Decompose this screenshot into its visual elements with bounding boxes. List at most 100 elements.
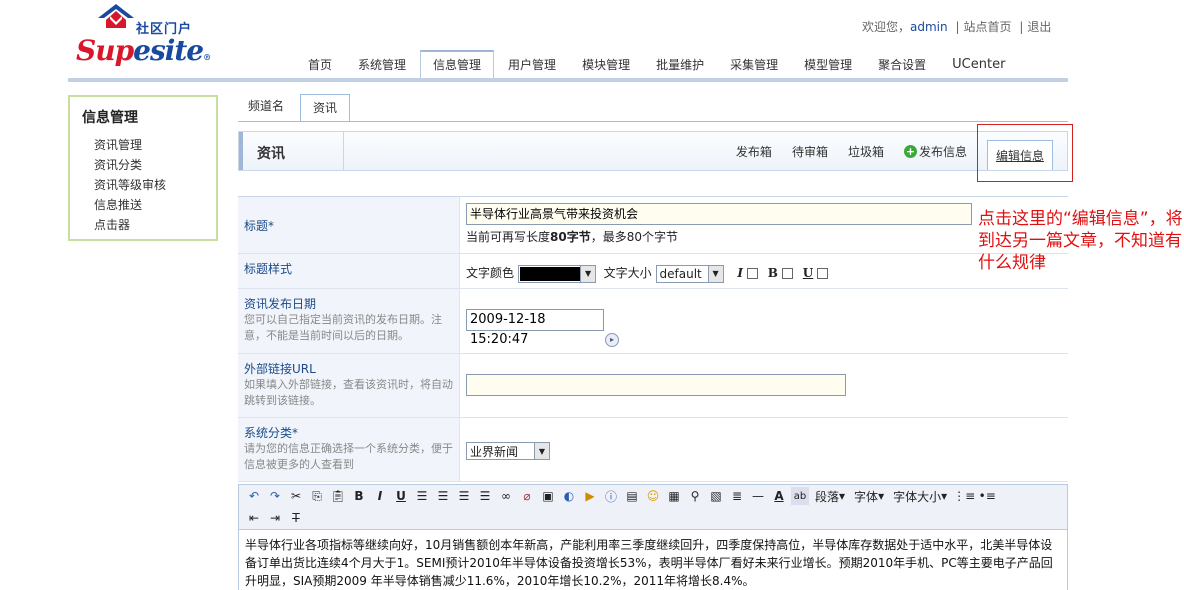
align-center-icon[interactable]: ☰ <box>434 487 452 505</box>
supesite-logo[interactable]: 社区门户 Supesite® <box>76 4 211 70</box>
underline-icon[interactable]: U <box>392 487 410 505</box>
source-icon[interactable]: ▧ <box>707 487 725 505</box>
bulleted-list-icon[interactable]: •≡ <box>978 487 996 505</box>
publish-box-link[interactable]: 发布箱 <box>736 143 772 160</box>
font-size-dropdown[interactable]: 字体大小 ▾ <box>890 487 950 505</box>
trash-box-link[interactable]: 垃圾箱 <box>848 143 884 160</box>
section-header: 资讯 发布箱 待审箱 垃圾箱 + 发布信息 编辑信息 <box>238 131 1068 171</box>
chevron-down-icon: ▼ <box>707 265 723 282</box>
align-left-icon[interactable]: ☰ <box>413 487 431 505</box>
align-right-icon[interactable]: ☰ <box>455 487 473 505</box>
insert-rows-icon[interactable]: ≣ <box>728 487 746 505</box>
underline-checkbox[interactable] <box>817 268 829 279</box>
date-row: 资讯发布日期 您可以自己指定当前资讯的发布日期。注意，不能是当前时间以后的日期。 … <box>238 289 1068 354</box>
undo-icon[interactable]: ↶ <box>245 487 263 505</box>
calendar-icon[interactable]: ▸ <box>605 332 619 347</box>
date-input[interactable]: 2009-12-18 15:20:47 <box>466 309 604 347</box>
media-icon[interactable]: ▶ <box>581 487 599 505</box>
text-color-select[interactable]: ▼ <box>517 264 596 283</box>
title-input[interactable]: 半导体行业高景气带来投资机会 <box>466 203 972 225</box>
title-length-hint: 当前可再写长度80字节，最多80个字节 <box>466 230 678 244</box>
ordered-list-icon[interactable]: ⋮≡ <box>953 487 975 505</box>
cut-icon[interactable]: ✂ <box>287 487 305 505</box>
title-style-cell: 文字颜色 ▼ 文字大小 default ▼ I B U <box>460 254 1068 288</box>
chevron-down-icon: ▼ <box>580 265 595 282</box>
color-swatch <box>519 266 581 281</box>
publish-info-link[interactable]: + 发布信息 <box>903 143 967 160</box>
welcome-text: 欢迎您， <box>862 20 911 34</box>
separator: | <box>1019 20 1024 34</box>
text-size-label: 文字大小 <box>603 266 652 280</box>
paste-icon[interactable]: 📋︎ <box>329 487 347 505</box>
italic-checkbox[interactable] <box>746 268 758 279</box>
title-row: 标题* 半导体行业高景气带来投资机会 当前可再写长度80字节，最多80个字节 <box>238 197 1068 254</box>
category-select[interactable]: 业界新闻 ▼ <box>466 442 550 460</box>
image-icon[interactable]: ▣ <box>539 487 557 505</box>
italic-icon[interactable]: I <box>371 487 389 505</box>
accent-bar <box>239 132 243 170</box>
tab-news[interactable]: 资讯 <box>300 94 351 122</box>
nav-system[interactable]: 系统管理 <box>346 50 418 80</box>
outdent-icon[interactable]: ⇤ <box>245 509 263 527</box>
nav-home[interactable]: 首页 <box>296 50 344 80</box>
redo-icon[interactable]: ↷ <box>266 487 284 505</box>
chevron-down-icon: ▼ <box>534 443 549 459</box>
username-link[interactable]: admin <box>910 20 948 34</box>
pending-box-link[interactable]: 待审箱 <box>792 143 828 160</box>
table-icon[interactable]: ▤ <box>623 487 641 505</box>
copy-icon[interactable]: ⎘ <box>308 487 326 505</box>
logout-link[interactable]: 退出 <box>1027 20 1051 34</box>
clear-format-icon[interactable]: T̶ <box>287 509 305 527</box>
nav-users[interactable]: 用户管理 <box>496 50 568 80</box>
flash-icon[interactable]: ◐ <box>560 487 578 505</box>
search-icon[interactable]: ⚲ <box>686 487 704 505</box>
sidebar-item-level-review[interactable]: 资讯等级审核 <box>82 175 216 195</box>
news-form: 标题* 半导体行业高景气带来投资机会 当前可再写长度80字节，最多80个字节 标… <box>238 196 1068 482</box>
annotation-note: 点击这里的“编辑信息”，将到达另一篇文章，不知道有什么规律 <box>978 209 1183 273</box>
tab-channel-name[interactable]: 频道名 <box>238 94 294 122</box>
info-icon[interactable]: ⓘ <box>602 487 620 505</box>
italic-label: I <box>737 266 743 280</box>
nav-aggregate[interactable]: 聚合设置 <box>866 50 938 80</box>
title-label: 标题* <box>238 197 460 253</box>
url-row: 外部链接URL 如果填入外部链接，查看该资讯时，将自动跳转到该链接。 <box>238 354 1068 418</box>
bold-icon[interactable]: B <box>350 487 368 505</box>
font-color-icon[interactable]: A <box>770 487 788 505</box>
editor-toolbar: ↶ ↷ ✂ ⎘ 📋︎ B I U ☰ ☰ ☰ ☰ ∞ ⌀ ▣ ◐ ▶ ⓘ ▤ ☺… <box>238 484 1068 530</box>
date-label: 资讯发布日期 您可以自己指定当前资讯的发布日期。注意，不能是当前时间以后的日期。 <box>238 289 460 353</box>
editor-content[interactable]: 半导体行业各项指标等继续向好，10月销售额创本年新高，产能利用率三季度继续回升，… <box>238 530 1068 590</box>
main-nav: 首页 系统管理 信息管理 用户管理 模块管理 批量维护 采集管理 模型管理 聚合… <box>296 50 1019 80</box>
justify-icon[interactable]: ☰ <box>476 487 494 505</box>
house-logo-icon <box>98 4 134 28</box>
title-style-row: 标题样式 文字颜色 ▼ 文字大小 default ▼ I B U <box>238 254 1068 289</box>
link-icon[interactable]: ∞ <box>497 487 515 505</box>
sidebar-item-clicker[interactable]: 点击器 <box>82 215 216 235</box>
nav-info[interactable]: 信息管理 <box>420 50 495 80</box>
toolbar-row-2: ⇤ ⇥ T̶ <box>239 507 1067 529</box>
sidebar-item-news-category[interactable]: 资讯分类 <box>82 155 216 175</box>
divider <box>343 132 344 170</box>
category-cell: 业界新闻 ▼ <box>460 418 1068 481</box>
unlink-icon[interactable]: ⌀ <box>518 487 536 505</box>
external-url-input[interactable] <box>466 374 846 396</box>
bold-checkbox[interactable] <box>781 268 793 279</box>
site-home-link[interactable]: 站点首页 <box>964 20 1012 34</box>
nav-modules[interactable]: 模块管理 <box>570 50 642 80</box>
nav-models[interactable]: 模型管理 <box>792 50 864 80</box>
sidebar-item-news-manage[interactable]: 资讯管理 <box>82 135 216 155</box>
publish-info-label: 发布信息 <box>918 144 967 159</box>
channel-tabs: 频道名 资讯 <box>238 94 351 122</box>
smiley-icon[interactable]: ☺ <box>644 487 662 505</box>
font-dropdown[interactable]: 字体 ▾ <box>851 487 887 505</box>
paragraph-dropdown[interactable]: 段落 ▾ <box>812 487 848 505</box>
tab-divider <box>238 121 1068 122</box>
nav-batch[interactable]: 批量维护 <box>644 50 716 80</box>
indent-icon[interactable]: ⇥ <box>266 509 284 527</box>
nav-ucenter[interactable]: UCenter <box>940 50 1017 80</box>
page-icon[interactable]: ▦ <box>665 487 683 505</box>
nav-collect[interactable]: 采集管理 <box>718 50 790 80</box>
text-size-select[interactable]: default ▼ <box>655 264 724 283</box>
highlight-icon[interactable]: ab <box>791 487 809 505</box>
horizontal-rule-icon[interactable]: — <box>749 487 767 505</box>
sidebar-item-push[interactable]: 信息推送 <box>82 195 216 215</box>
